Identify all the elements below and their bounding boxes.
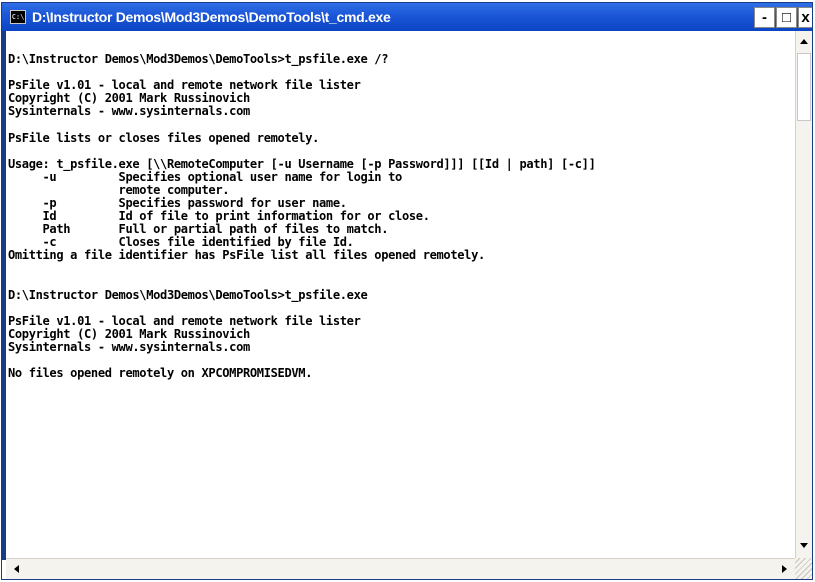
console-line: Usage: t_psfile.exe [\\RemoteComputer [-… (7, 156, 596, 171)
console-output-area[interactable]: D:\Instructor Demos\Mod3Demos\DemoTools>… (2, 31, 795, 560)
arrow-down-icon (800, 543, 808, 548)
scroll-left-button[interactable] (8, 561, 25, 577)
console-output: D:\Instructor Demos\Mod3Demos\DemoTools>… (6, 31, 779, 380)
console-line: PsFile v1.01 - local and remote network … (7, 313, 361, 328)
window-title: D:\Instructor Demos\Mod3Demos\DemoTools\… (32, 9, 391, 25)
console-icon[interactable]: C:\ (10, 10, 26, 24)
console-line: Copyright (C) 2001 Mark Russinovich (7, 326, 250, 341)
console-line: D:\Instructor Demos\Mod3Demos\DemoTools>… (7, 52, 389, 66)
vertical-scroll-thumb[interactable] (797, 53, 811, 121)
console-line: remote computer. (7, 182, 230, 197)
console-line: Copyright (C) 2001 Mark Russinovich (7, 91, 250, 106)
minimize-button[interactable]: - (754, 7, 775, 28)
vertical-scrollbar[interactable] (795, 31, 812, 560)
close-button[interactable]: x (798, 7, 812, 28)
console-line: Sysinternals - www.sysinternals.com (7, 104, 250, 119)
console-line: -u Specifies optional user name for logi… (7, 169, 403, 184)
console-line: -c Closes file identified by file Id. (7, 235, 354, 250)
console-line: PsFile lists or closes files opened remo… (7, 130, 320, 145)
horizontal-scrollbar[interactable] (6, 558, 795, 579)
console-line: -p Specifies password for user name. (7, 196, 347, 211)
arrow-right-icon (782, 565, 787, 573)
console-line: PsFile v1.01 - local and remote network … (7, 78, 361, 93)
arrow-up-icon (800, 39, 808, 44)
console-line: Path Full or partial path of files to ma… (7, 222, 389, 237)
console-line: Sysinternals - www.sysinternals.com (7, 340, 250, 355)
maximize-button[interactable]: □ (776, 7, 797, 28)
arrow-left-icon (14, 565, 19, 573)
window-controls: - □ x (753, 7, 812, 28)
console-window: C:\ D:\Instructor Demos\Mod3Demos\DemoTo… (1, 2, 813, 580)
scroll-up-button[interactable] (796, 33, 812, 50)
console-line: Id Id of file to print information for o… (7, 209, 430, 224)
console-line: D:\Instructor Demos\Mod3Demos\DemoTools>… (7, 287, 368, 302)
console-line: No files opened remotely on XPCOMPROMISE… (7, 366, 313, 381)
resize-grip[interactable] (795, 558, 812, 579)
scroll-down-button[interactable] (796, 537, 812, 554)
console-line: Omitting a file identifier has PsFile li… (7, 248, 485, 263)
title-bar[interactable]: C:\ D:\Instructor Demos\Mod3Demos\DemoTo… (2, 3, 812, 31)
scroll-right-button[interactable] (776, 561, 793, 577)
